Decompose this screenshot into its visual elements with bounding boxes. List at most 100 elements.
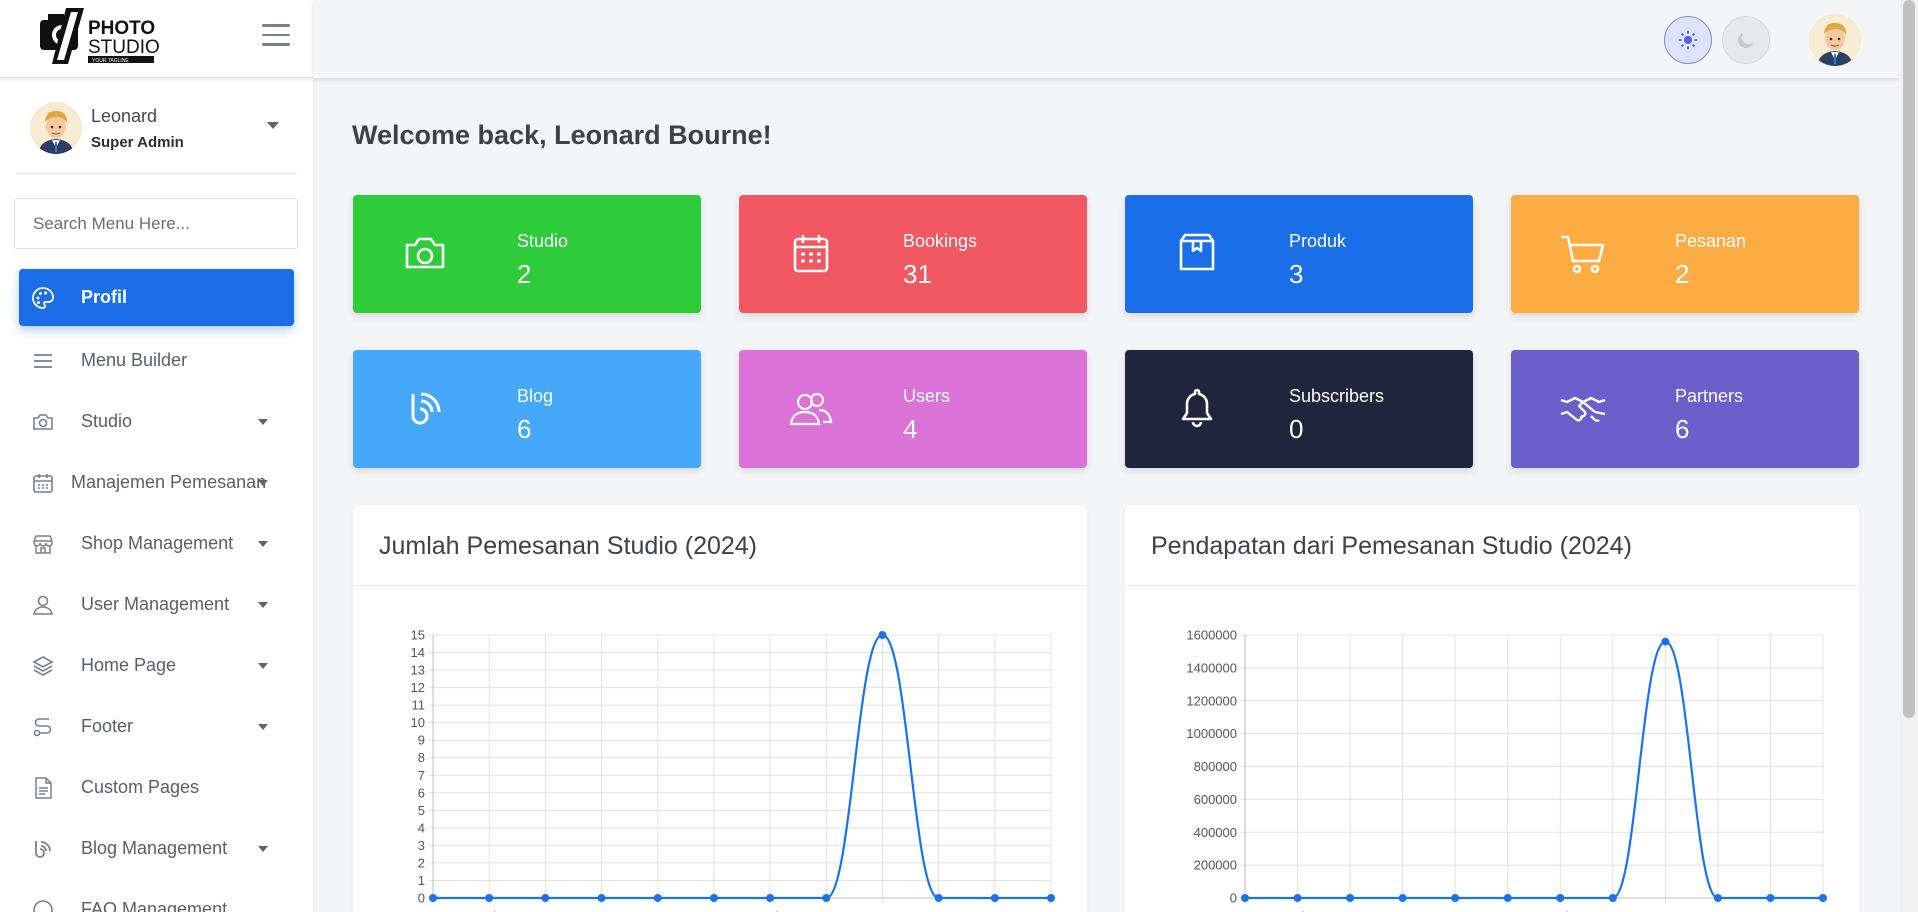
data-point[interactable] — [1608, 894, 1617, 902]
cart-icon — [1561, 235, 1605, 274]
stat-card-subscribers[interactable]: Subscribers 0 — [1125, 350, 1473, 468]
y-tick-label: 200000 — [1194, 858, 1237, 873]
chart-panel-bookings: Jumlah Pemesanan Studio (2024) JanFebMar… — [353, 505, 1087, 912]
light-mode-button[interactable] — [1664, 16, 1712, 64]
y-tick-label: 1 — [418, 873, 425, 888]
topbar — [313, 0, 1900, 78]
scrollbar-thumb[interactable] — [1903, 0, 1915, 718]
data-point[interactable] — [709, 894, 718, 902]
sidebar-item-blog-management[interactable]: Blog Management — [19, 818, 294, 879]
data-point[interactable] — [934, 894, 943, 902]
chevron-down-icon[interactable] — [267, 122, 279, 129]
data-point[interactable] — [1047, 894, 1055, 902]
page-title: Welcome back, Leonard Bourne! — [352, 120, 772, 150]
card-value: 0 — [1289, 414, 1304, 444]
data-point[interactable] — [1346, 894, 1355, 902]
card-value: 2 — [517, 259, 532, 289]
bookings-line-chart: JanFebMarAprMayJunJulAugSepOctNovDec0123… — [411, 628, 1064, 912]
data-point[interactable] — [1819, 894, 1827, 902]
blog-icon — [411, 392, 441, 425]
sidebar-item-label: Studio — [81, 411, 133, 431]
data-point[interactable] — [653, 894, 662, 902]
layers-icon — [32, 655, 54, 676]
search-menu-input[interactable] — [14, 198, 298, 249]
stat-card-studio[interactable]: Studio 2 — [353, 195, 701, 313]
data-point[interactable] — [1661, 637, 1670, 646]
chart-panel-revenue: Pendapatan dari Pemesanan Studio (2024) … — [1125, 505, 1859, 912]
stat-card-users[interactable]: Users 4 — [739, 350, 1087, 468]
card-value: 6 — [1675, 414, 1690, 444]
sidebar-item-label: Profil — [81, 287, 128, 307]
chart-title: Pendapatan dari Pemesanan Studio (2024) — [1125, 505, 1859, 586]
sidebar-item-faq-management[interactable]: FAQ Management — [19, 879, 294, 912]
question-icon — [33, 899, 53, 912]
bell-icon — [1181, 388, 1213, 428]
y-tick-label: 6 — [418, 785, 425, 800]
y-tick-label: 15 — [411, 628, 425, 643]
page-icon — [35, 776, 52, 799]
stat-card-pesanan[interactable]: Pesanan 2 — [1511, 195, 1859, 313]
data-point[interactable] — [822, 894, 831, 902]
hamburger-menu-button[interactable] — [262, 24, 290, 48]
calendar-icon — [33, 473, 53, 493]
store-icon — [33, 534, 53, 554]
logo-text-photo: PHOTO — [88, 18, 155, 39]
sidebar: PHOTO STUDIO YOUR TAGLINE Leonard Super — [0, 0, 313, 912]
data-point[interactable] — [1713, 894, 1722, 902]
sidebar-item-profil[interactable]: Profil — [19, 269, 294, 326]
data-point[interactable] — [429, 894, 437, 902]
sun-icon — [1678, 30, 1698, 50]
series-line — [1245, 640, 1823, 900]
brand-logo[interactable]: PHOTO STUDIO YOUR TAGLINE — [38, 6, 178, 66]
sidebar-search — [14, 198, 299, 249]
data-point[interactable] — [1503, 894, 1512, 902]
sidebar-item-manajemen-pemesanan[interactable]: Manajemen Pemesanan — [19, 452, 294, 513]
page-scrollbar[interactable] — [1900, 0, 1918, 912]
data-point[interactable] — [766, 894, 775, 902]
y-tick-label: 400000 — [1194, 825, 1237, 840]
avatar[interactable] — [1809, 14, 1861, 66]
y-tick-label: 0 — [1230, 891, 1237, 906]
data-point[interactable] — [1556, 894, 1565, 902]
y-tick-label: 8 — [418, 750, 425, 765]
user-icon — [33, 595, 53, 615]
sidebar-item-custom-pages[interactable]: Custom Pages — [19, 757, 294, 818]
stat-card-partners[interactable]: Partners 6 — [1511, 350, 1859, 468]
data-point[interactable] — [1451, 894, 1460, 902]
card-value: 3 — [1289, 259, 1304, 289]
sidebar-item-label: Home Page — [81, 655, 177, 675]
y-tick-label: 0 — [418, 891, 425, 906]
dark-mode-button[interactable] — [1722, 16, 1770, 64]
card-title: Produk — [1289, 231, 1347, 251]
sidebar-item-home-page[interactable]: Home Page — [19, 635, 294, 696]
y-tick-label: 5 — [418, 803, 425, 818]
data-point[interactable] — [1766, 894, 1775, 902]
sidebar-item-shop-management[interactable]: Shop Management — [19, 513, 294, 574]
sidebar-item-menu-builder[interactable]: Menu Builder — [19, 330, 294, 391]
y-tick-label: 2 — [418, 855, 425, 870]
sidebar-item-studio[interactable]: Studio — [19, 391, 294, 452]
data-point[interactable] — [541, 894, 550, 902]
card-title: Users — [903, 386, 951, 406]
data-point[interactable] — [485, 894, 494, 902]
data-point[interactable] — [597, 894, 606, 902]
sidebar-item-label: User Management — [81, 594, 230, 614]
data-point[interactable] — [878, 631, 887, 639]
stat-card-bookings[interactable]: Bookings 31 — [739, 195, 1087, 313]
data-point[interactable] — [990, 894, 999, 902]
user-profile-block[interactable]: Leonard Super Admin — [16, 78, 297, 174]
stat-card-blog[interactable]: Blog 6 — [353, 350, 701, 468]
data-point[interactable] — [1241, 894, 1249, 902]
chevron-down-icon — [258, 601, 268, 608]
sidebar-item-user-management[interactable]: User Management — [19, 574, 294, 635]
sidebar-item-footer[interactable]: Footer — [19, 696, 294, 757]
sidebar-menu: Profil Menu Builder Studio Manajemen Pem… — [0, 269, 313, 912]
data-point[interactable] — [1293, 894, 1302, 902]
y-tick-label: 800000 — [1194, 759, 1237, 774]
data-point[interactable] — [1398, 894, 1407, 902]
stat-card-produk[interactable]: Produk 3 — [1125, 195, 1473, 313]
y-tick-label: 10 — [411, 715, 425, 730]
camera-icon — [405, 237, 445, 269]
y-tick-label: 4 — [418, 820, 425, 835]
sidebar-item-label: Menu Builder — [81, 350, 188, 370]
